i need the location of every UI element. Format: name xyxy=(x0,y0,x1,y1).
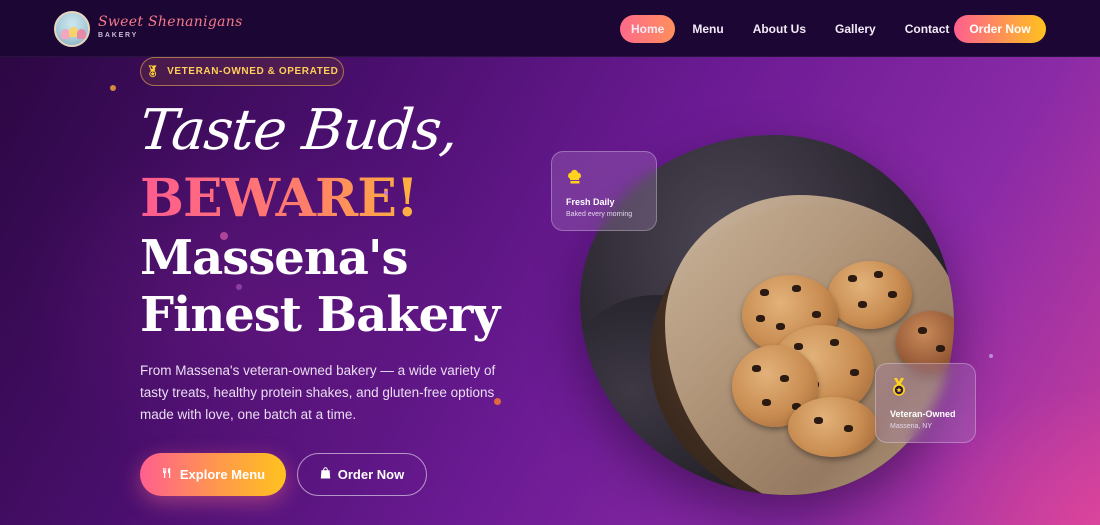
explore-menu-button[interactable]: Explore Menu xyxy=(140,453,286,496)
decorative-dot xyxy=(989,354,993,358)
fresh-daily-subtitle: Baked every morning xyxy=(566,211,633,218)
headline-script: Taste Buds, xyxy=(136,98,461,163)
veteran-owned-subtitle: Massena, NY xyxy=(890,423,933,430)
headline-line-1: Massena's xyxy=(140,230,409,286)
headline-accent: BEWARE! xyxy=(140,168,419,229)
decorative-dot xyxy=(220,232,228,240)
decorative-dot xyxy=(494,398,501,405)
nav-item-gallery[interactable]: Gallery xyxy=(835,15,876,43)
decorative-dot xyxy=(236,284,242,290)
nav-item-contact[interactable]: Contact xyxy=(905,15,950,43)
utensils-icon xyxy=(161,467,173,482)
brand-name[interactable]: Sweet Shenanigans xyxy=(98,14,243,30)
veteran-badge: 🏅︎ VETERAN-OWNED & OPERATED xyxy=(140,57,344,86)
brand-subtitle: BAKERY xyxy=(98,32,139,39)
nav-links: Home Menu About Us Gallery Contact xyxy=(620,15,978,43)
logo-image[interactable] xyxy=(54,11,90,47)
nav-item-home[interactable]: Home xyxy=(620,15,676,43)
decorative-dot xyxy=(110,85,116,91)
medal-icon xyxy=(890,377,908,402)
fresh-daily-title: Fresh Daily xyxy=(566,197,615,207)
nav-item-about-us[interactable]: About Us xyxy=(753,15,806,43)
headline-line-2: Finest Bakery xyxy=(140,287,500,343)
hero-description: From Massena's veteran-owned bakery — a … xyxy=(140,363,496,422)
veteran-owned-card: Veteran-Owned Massena, NY xyxy=(875,363,976,443)
nav-order-now-button[interactable]: Order Now xyxy=(954,15,1046,43)
order-now-button[interactable]: Order Now xyxy=(297,453,427,496)
decorative-dot xyxy=(384,191,388,195)
badge-label: VETERAN-OWNED & OPERATED xyxy=(167,66,339,77)
shopping-bag-icon xyxy=(320,467,331,482)
nav-item-menu[interactable]: Menu xyxy=(692,15,723,43)
cupcake-icon xyxy=(77,29,86,39)
cookie xyxy=(788,397,878,457)
fresh-daily-card: Fresh Daily Baked every morning xyxy=(551,151,657,231)
cookie xyxy=(828,261,912,329)
chef-hat-icon xyxy=(567,169,583,185)
explore-menu-label: Explore Menu xyxy=(179,467,266,482)
veteran-owned-title: Veteran-Owned xyxy=(890,409,956,419)
medal-icon: 🏅︎ xyxy=(145,66,161,78)
top-navigation: Sweet Shenanigans BAKERY Home Menu About… xyxy=(0,0,1100,57)
order-now-label: Order Now xyxy=(337,467,405,482)
